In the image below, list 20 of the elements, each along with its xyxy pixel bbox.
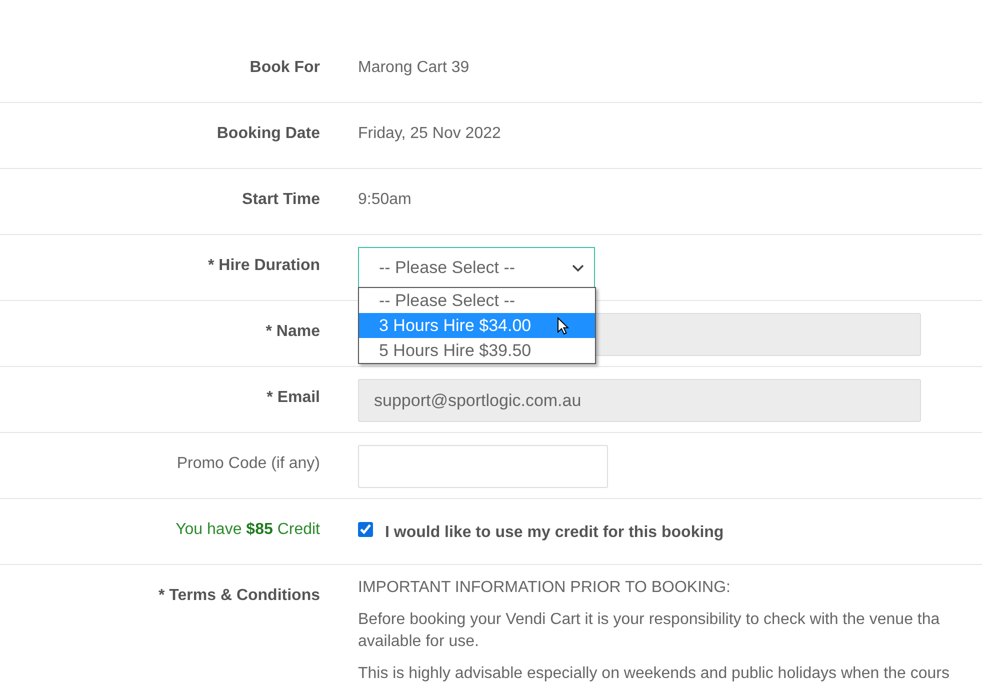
field-label: * Hire Duration bbox=[208, 257, 320, 274]
dropdown-option[interactable]: -- Please Select -- bbox=[359, 288, 595, 313]
terms-text: Before booking your Vendi Cart it is your responsibility to check with the venue tha bbox=[358, 610, 941, 630]
field-label: * Terms & Conditions bbox=[158, 587, 320, 604]
terms-text: available for use. bbox=[358, 632, 480, 652]
field-label: Promo Code (if any) bbox=[176, 455, 320, 472]
credit-text: You have $85 Credit bbox=[176, 521, 320, 538]
field-label: Book For bbox=[250, 59, 320, 76]
field-label: Start Time bbox=[242, 191, 320, 208]
field-label: * Email bbox=[266, 389, 320, 406]
field-value: Marong Cart 39 bbox=[358, 59, 470, 76]
checkbox-label[interactable]: I would like to use my credit for this booking bbox=[385, 524, 724, 542]
field-value: Friday, 25 Nov 2022 bbox=[358, 125, 501, 142]
field-value: 9:50am bbox=[358, 191, 412, 208]
dropdown-option[interactable]: 3 Hours Hire $34.00 bbox=[359, 313, 595, 338]
dropdown-option[interactable]: 5 Hours Hire $39.50 bbox=[359, 338, 595, 363]
field-label: * Name bbox=[266, 323, 320, 340]
field-label: Booking Date bbox=[216, 125, 320, 142]
terms-text: This is highly advisable especially on weekends and public holidays when the cours bbox=[358, 664, 950, 683]
terms-text: IMPORTANT INFORMATION PRIOR TO BOOKING: bbox=[358, 578, 732, 598]
